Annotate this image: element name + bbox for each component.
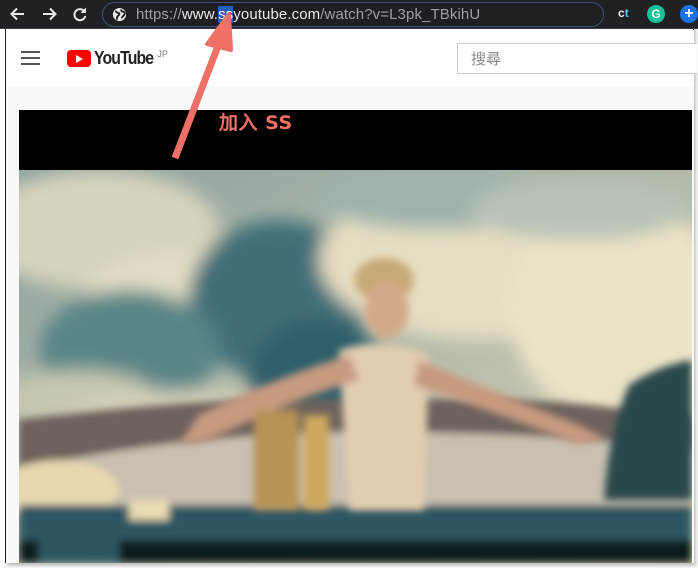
ct-extension-label: c (618, 6, 625, 20)
address-bar[interactable]: https://www.ssyoutube.com/watch?v=L3pk_T… (102, 2, 604, 27)
video-frame[interactable] (19, 170, 692, 563)
youtube-header: YouTube JP (6, 30, 697, 86)
add-extension-button[interactable]: + (680, 5, 698, 23)
annotation-label: 加入 SS (219, 112, 293, 134)
arrow-right-icon (43, 7, 57, 21)
youtube-play-icon (67, 50, 91, 67)
ct-extension-accent: t (624, 6, 629, 20)
url-scheme: https:// (136, 6, 182, 23)
grammarly-extension-button[interactable]: G (647, 5, 665, 23)
arrow-left-icon (10, 7, 24, 21)
hamburger-menu-icon[interactable] (21, 51, 40, 65)
search-box[interactable] (457, 43, 697, 74)
url-path: /watch?v=L3pk_TBkihU (320, 6, 481, 23)
logo-region: JP (157, 49, 168, 59)
logo-text: YouTube (94, 48, 154, 68)
url-host: youtube.com (233, 6, 321, 23)
video-player[interactable] (19, 110, 692, 563)
reload-button[interactable] (70, 4, 90, 24)
forward-button[interactable] (39, 4, 59, 24)
url-highlight: ss (218, 6, 234, 23)
browser-toolbar: https://www.ssyoutube.com/watch?v=L3pk_T… (0, 0, 698, 29)
search-input[interactable] (458, 44, 697, 73)
video-scene (19, 170, 692, 563)
url-host-prefix: www. (181, 6, 219, 23)
globe-icon (112, 7, 127, 22)
youtube-logo[interactable]: YouTube JP (67, 48, 168, 70)
reload-icon (73, 7, 87, 22)
back-button[interactable] (8, 4, 28, 24)
ct-extension-button[interactable]: ct (618, 6, 636, 24)
url-text[interactable]: https://www.ssyoutube.com/watch?v=L3pk_T… (136, 6, 480, 24)
